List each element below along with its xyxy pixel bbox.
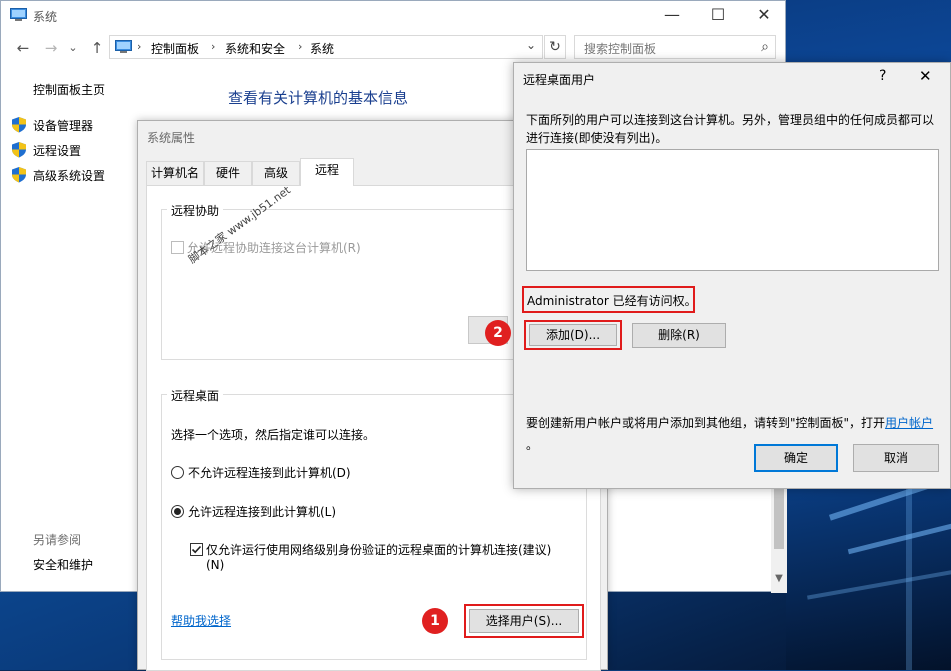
cancel-button[interactable]: 取消 [853, 444, 939, 472]
tab-advanced[interactable]: 高级 [252, 161, 300, 185]
title-bar: 系统 — ☐ ✕ [1, 1, 787, 31]
allow-remote-label: 允许远程连接到此计算机(L) [188, 505, 337, 519]
sidebar-item-label: 远程设置 [33, 144, 82, 158]
remote-desktop-users-dialog: 远程桌面用户 ? ✕ 下面所列的用户可以连接到这台计算机。另外，管理员组中的任何… [485, 62, 951, 489]
help-icon[interactable]: ? [879, 68, 886, 84]
up-button[interactable]: ↑ [87, 38, 107, 58]
user-accounts-link[interactable]: 用户帐户 [885, 416, 933, 430]
window-title: 系统 [33, 10, 58, 24]
allow-remote-radio[interactable] [171, 505, 184, 518]
shield-icon [12, 167, 26, 183]
security-maintenance-link[interactable]: 安全和维护 [33, 556, 93, 573]
close-button[interactable]: ✕ [741, 1, 787, 31]
control-panel-icon [115, 40, 132, 53]
tab-hardware[interactable]: 硬件 [204, 161, 252, 185]
nla-label: 仅允许运行使用网络级别身份验证的远程桌面的计算机连接(建议) [206, 543, 552, 557]
chevron-down-icon[interactable]: ⌄ [526, 38, 536, 52]
breadcrumb-control-panel[interactable]: 控制面板 [151, 40, 199, 57]
back-button[interactable]: ← [13, 38, 33, 58]
dialog-title: 远程桌面用户 [523, 73, 596, 87]
shield-icon [12, 117, 26, 133]
group-title: 远程协助 [167, 202, 224, 219]
breadcrumb-system[interactable]: 系统 [310, 40, 334, 57]
remote-desktop-instruction: 选择一个选项，然后指定谁可以连接。 [171, 428, 376, 442]
select-users-button[interactable]: 选择用户(S)... [469, 609, 579, 633]
nla-label-shortcut: (N) [206, 558, 225, 572]
remote-assistance-checkbox[interactable] [171, 241, 184, 254]
group-title: 远程桌面 [167, 387, 224, 404]
forward-button[interactable]: → [41, 38, 61, 58]
breadcrumb-separator: › [211, 40, 216, 53]
sidebar-home-link[interactable]: 控制面板主页 [33, 81, 105, 98]
dialog-description: 下面所列的用户可以连接到这台计算机。另外，管理员组中的任何成员都可以进行连接(即… [526, 113, 935, 145]
remove-button[interactable]: 删除(R) [632, 323, 726, 348]
step-badge-2: 2 [485, 320, 511, 346]
radio-selected-dot [174, 508, 181, 515]
deny-remote-label: 不允许远程连接到此计算机(D) [188, 466, 351, 480]
note-text: 要创建新用户帐户或将用户添加到其他组，请转到"控制面板"，打开 [526, 416, 886, 430]
address-bar[interactable]: › 控制面板 › 系统和安全 › 系统 ⌄ [109, 35, 543, 59]
maximize-button[interactable]: ☐ [695, 1, 741, 31]
breadcrumb-separator: › [298, 40, 303, 53]
close-icon[interactable]: ✕ [919, 67, 932, 85]
deny-remote-radio[interactable] [171, 466, 184, 479]
tab-computer-name[interactable]: 计算机名 [146, 161, 204, 185]
see-also-heading: 另请参阅 [33, 533, 82, 547]
breadcrumb-separator: › [137, 40, 142, 53]
breadcrumb-system-security[interactable]: 系统和安全 [225, 40, 285, 57]
minimize-button[interactable]: — [649, 1, 695, 31]
add-button[interactable]: 添加(D)... [529, 324, 617, 346]
sidebar-item-label: 高级系统设置 [33, 169, 106, 183]
page-title: 查看有关计算机的基本信息 [228, 89, 409, 107]
ok-button[interactable]: 确定 [754, 444, 838, 472]
nla-checkbox[interactable] [190, 543, 203, 556]
checkmark-icon [191, 545, 202, 554]
search-box[interactable]: 搜索控制面板 ⌕ [574, 35, 776, 59]
help-me-choose-link[interactable]: 帮助我选择 [171, 612, 231, 629]
shield-icon [12, 142, 26, 158]
tab-remote[interactable]: 远程 [300, 158, 354, 186]
step-badge-1: 1 [422, 608, 448, 634]
computer-icon [10, 8, 27, 21]
light-beam [847, 510, 951, 555]
search-input[interactable]: 搜索控制面板 [584, 40, 656, 57]
search-icon[interactable]: ⌕ [761, 39, 769, 55]
dialog-title: 系统属性 [147, 131, 196, 145]
access-note: Administrator 已经有访问权。 [527, 294, 697, 308]
sidebar-item-label: 设备管理器 [33, 119, 94, 133]
light-beam [807, 564, 951, 600]
refresh-button[interactable]: ↻ [544, 35, 566, 59]
users-listbox[interactable] [526, 149, 939, 271]
note-suffix: 。 [526, 438, 539, 452]
scroll-down-arrow-icon[interactable]: ▼ [772, 573, 786, 587]
recent-locations-button[interactable]: ⌄ [63, 38, 83, 58]
